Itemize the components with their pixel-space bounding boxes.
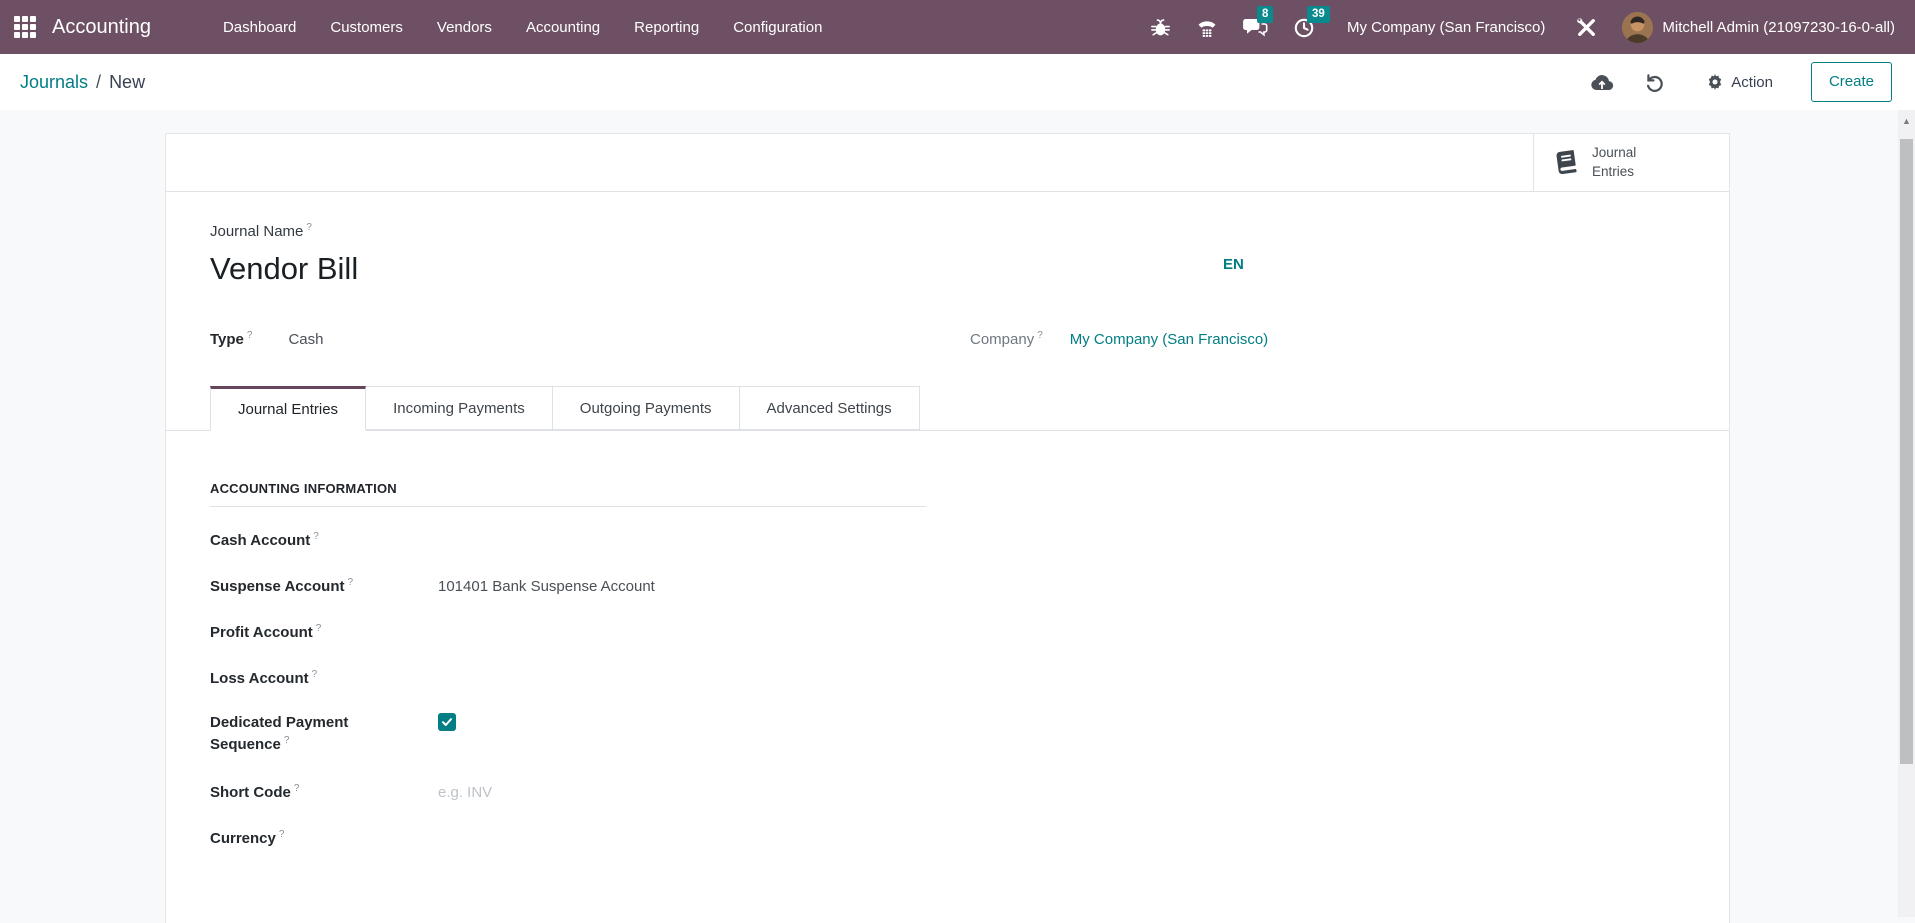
currency-input[interactable]	[438, 828, 738, 850]
messages-icon[interactable]: 8	[1242, 15, 1269, 39]
form-view-area: Journal Entries Journal Name? Vendor Bil…	[0, 110, 1915, 917]
help-icon: ?	[347, 577, 353, 588]
user-name: Mitchell Admin (21097230-16-0-all)	[1662, 19, 1895, 36]
scroll-up-arrow-icon[interactable]: ▲	[1898, 117, 1915, 126]
suspense-account-row: Suspense Account? 101401 Bank Suspense A…	[210, 576, 655, 598]
action-menu-button[interactable]: Action	[1707, 74, 1773, 91]
apps-menu-icon[interactable]	[14, 16, 36, 38]
accounting-information-section-title: ACCOUNTING INFORMATION	[210, 481, 926, 507]
help-icon: ?	[316, 623, 322, 634]
short-code-label: Short Code?	[210, 782, 438, 804]
button-box: Journal Entries	[166, 134, 1729, 192]
help-icon: ?	[279, 829, 285, 840]
dedicated-payment-sequence-row: Dedicated Payment Sequence?	[210, 712, 456, 756]
help-icon: ?	[312, 669, 318, 680]
journal-name-label: Journal Name?	[210, 222, 358, 240]
tab-advanced-settings[interactable]: Advanced Settings	[739, 386, 920, 430]
breadcrumb-current: New	[109, 72, 145, 93]
currency-row: Currency?	[210, 828, 738, 850]
help-icon: ?	[1037, 330, 1043, 341]
avatar	[1622, 12, 1653, 43]
menu-accounting[interactable]: Accounting	[526, 19, 600, 36]
loss-account-row: Loss Account?	[210, 668, 738, 690]
tab-incoming-payments[interactable]: Incoming Payments	[365, 386, 553, 430]
currency-label: Currency?	[210, 828, 438, 850]
menu-dashboard[interactable]: Dashboard	[223, 19, 296, 36]
help-icon: ?	[294, 783, 300, 794]
dedicated-payment-sequence-checkbox[interactable]	[438, 713, 456, 731]
type-field-row: Type? Cash	[210, 330, 324, 348]
control-panel: Journals / New Action Create	[0, 54, 1915, 110]
form-sheet: Journal Entries Journal Name? Vendor Bil…	[165, 133, 1730, 923]
action-label: Action	[1731, 74, 1773, 91]
breadcrumb-journals-link[interactable]: Journals	[20, 72, 88, 93]
suspense-account-label: Suspense Account?	[210, 576, 438, 598]
profit-account-label: Profit Account?	[210, 622, 438, 644]
language-badge[interactable]: EN	[1223, 256, 1244, 273]
help-icon: ?	[247, 330, 253, 341]
type-value[interactable]: Cash	[288, 331, 323, 348]
cash-account-input[interactable]	[438, 530, 738, 552]
journal-name-block: Journal Name? Vendor Bill	[210, 222, 358, 287]
loss-account-input[interactable]	[438, 668, 738, 690]
company-field-row: Company? My Company (San Francisco)	[970, 330, 1268, 348]
menu-reporting[interactable]: Reporting	[634, 19, 699, 36]
user-menu[interactable]: Mitchell Admin (21097230-16-0-all)	[1622, 12, 1895, 43]
save-cloud-icon[interactable]	[1590, 72, 1614, 92]
short-code-row: Short Code?	[210, 782, 738, 804]
vertical-scrollbar[interactable]: ▲	[1898, 110, 1915, 917]
create-button[interactable]: Create	[1811, 62, 1892, 102]
scrollbar-thumb[interactable]	[1900, 139, 1913, 764]
breadcrumb-separator: /	[96, 72, 101, 93]
dedicated-payment-sequence-label: Dedicated Payment Sequence?	[210, 712, 370, 756]
main-menu: Dashboard Customers Vendors Accounting R…	[223, 19, 822, 36]
menu-vendors[interactable]: Vendors	[437, 19, 492, 36]
help-icon: ?	[306, 222, 312, 233]
top-navbar: Accounting Dashboard Customers Vendors A…	[0, 0, 1915, 54]
loss-account-label: Loss Account?	[210, 668, 438, 690]
messages-count-badge: 8	[1257, 6, 1273, 23]
help-icon: ?	[284, 735, 290, 746]
tools-icon[interactable]	[1574, 15, 1599, 40]
notebook-tabs: Journal Entries Incoming Payments Outgoi…	[166, 386, 1729, 431]
cash-account-row: Cash Account?	[210, 530, 738, 552]
journal-name-value[interactable]: Vendor Bill	[210, 251, 358, 287]
journal-entries-stat-button[interactable]: Journal Entries	[1533, 134, 1729, 191]
company-switcher[interactable]: My Company (San Francisco)	[1347, 19, 1545, 36]
voip-phone-icon[interactable]	[1195, 16, 1219, 39]
app-name[interactable]: Accounting	[52, 16, 151, 39]
journal-entries-stat-label: Journal Entries	[1592, 144, 1636, 180]
debug-bug-icon[interactable]	[1149, 16, 1172, 39]
check-icon	[441, 716, 453, 728]
activities-count-badge: 39	[1307, 6, 1330, 23]
help-icon: ?	[313, 531, 319, 542]
type-label: Type?	[210, 330, 252, 348]
company-label: Company?	[970, 330, 1043, 348]
tab-outgoing-payments[interactable]: Outgoing Payments	[552, 386, 740, 430]
tab-journal-entries[interactable]: Journal Entries	[210, 386, 366, 431]
menu-configuration[interactable]: Configuration	[733, 19, 822, 36]
profit-account-input[interactable]	[438, 622, 738, 644]
short-code-input[interactable]	[438, 782, 738, 804]
suspense-account-value[interactable]: 101401 Bank Suspense Account	[438, 576, 655, 598]
breadcrumb: Journals / New	[20, 72, 145, 93]
navbar-systray: 8 39 My Company (San Francisco)	[1149, 12, 1895, 43]
discard-undo-icon[interactable]	[1644, 72, 1665, 93]
book-icon	[1552, 148, 1580, 176]
activities-clock-icon[interactable]: 39	[1292, 15, 1316, 39]
gear-icon	[1707, 74, 1723, 90]
company-value-link[interactable]: My Company (San Francisco)	[1070, 331, 1268, 348]
menu-customers[interactable]: Customers	[330, 19, 403, 36]
control-panel-actions: Action Create	[1560, 62, 1892, 102]
profit-account-row: Profit Account?	[210, 622, 738, 644]
cash-account-label: Cash Account?	[210, 530, 438, 552]
